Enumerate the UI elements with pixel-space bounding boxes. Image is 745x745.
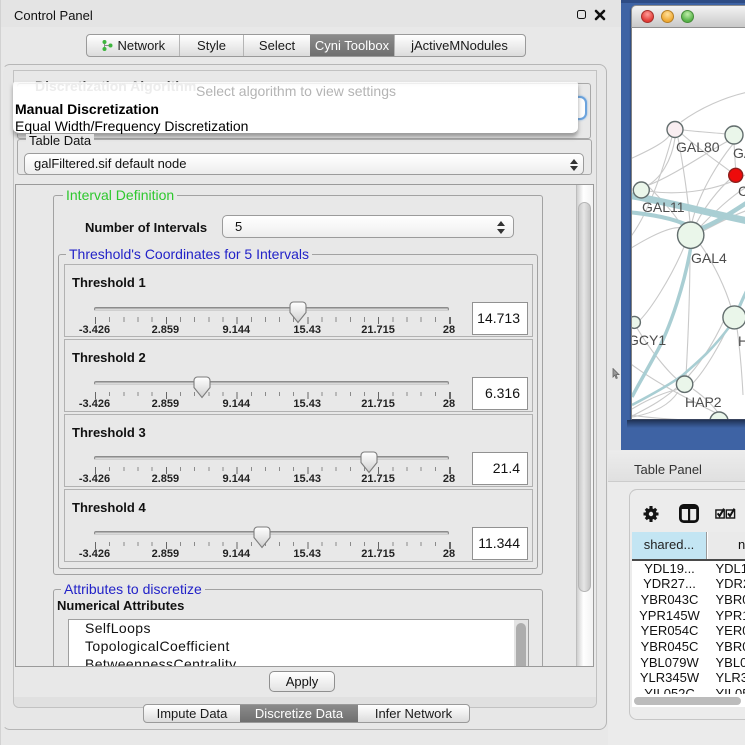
svg-text:GAL80: GAL80: [676, 139, 720, 155]
svg-text:GAL11: GAL11: [642, 199, 685, 215]
svg-text:H: H: [738, 333, 745, 349]
svg-text:CR: CR: [738, 183, 745, 199]
svg-text:HAP2: HAP2: [685, 394, 722, 410]
svg-text:GAL3: GAL3: [733, 145, 745, 161]
svg-text:GAL4: GAL4: [691, 250, 727, 266]
svg-text:GCY1: GCY1: [632, 332, 666, 348]
